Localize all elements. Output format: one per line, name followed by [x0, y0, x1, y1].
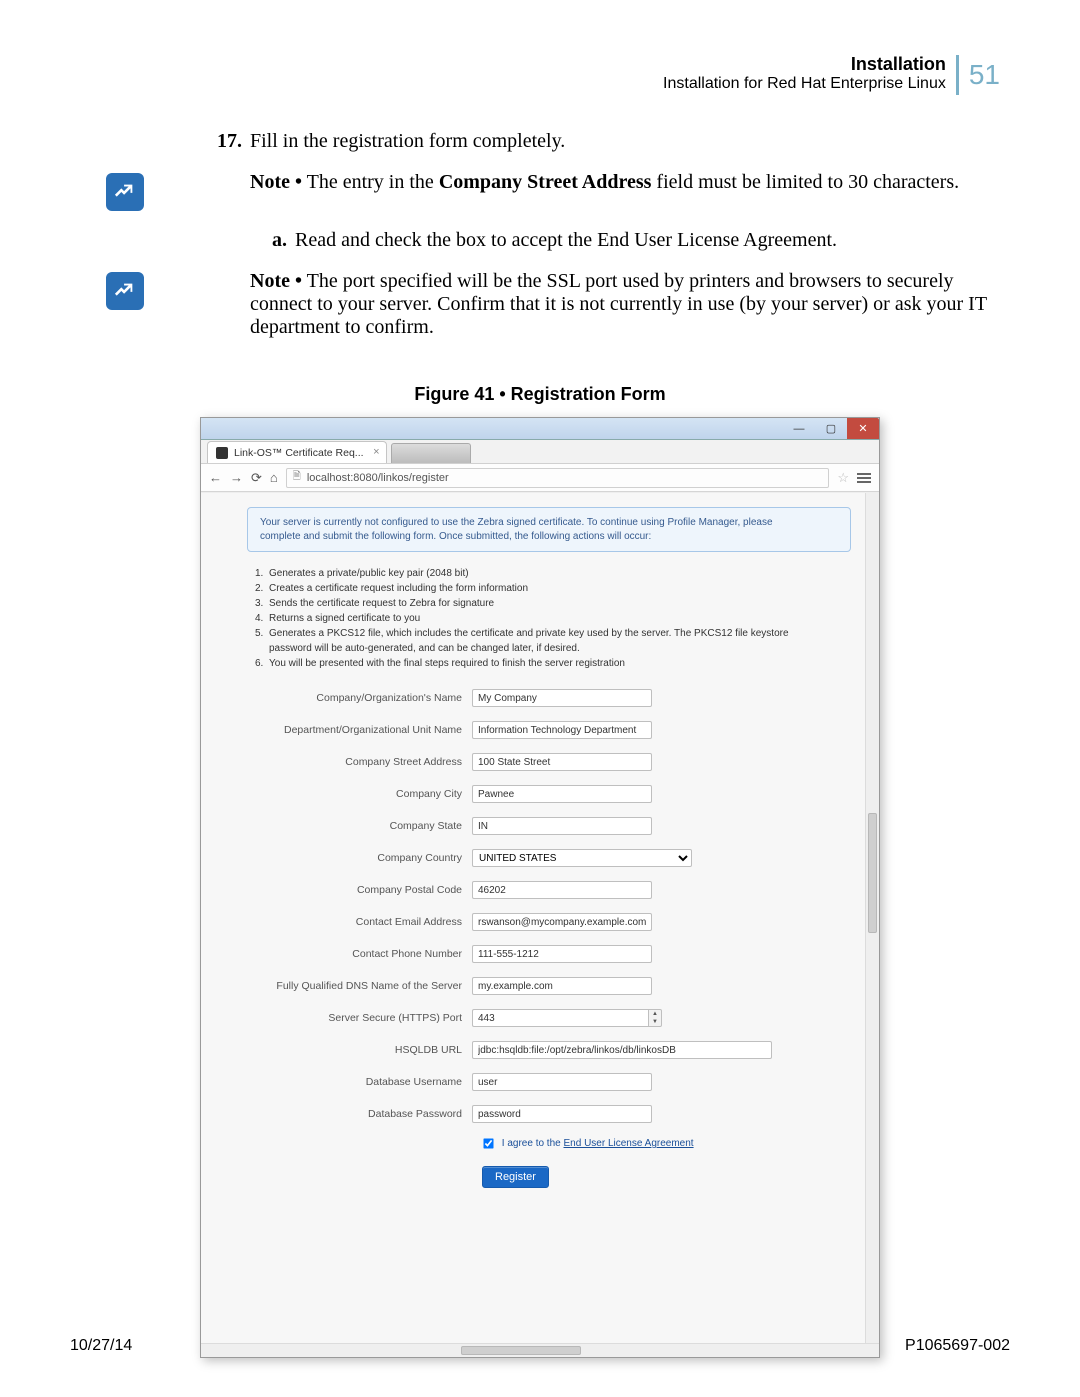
eula-checkbox[interactable] — [483, 1138, 493, 1148]
window-minimize-button[interactable]: — — [783, 418, 815, 439]
tab-close-icon[interactable]: × — [373, 446, 379, 458]
input-phone[interactable] — [472, 945, 652, 963]
home-icon[interactable]: ⌂ — [270, 470, 278, 485]
label-email: Contact Email Address — [247, 916, 472, 928]
input-email[interactable] — [472, 913, 652, 931]
header-divider — [956, 55, 959, 95]
label-dept: Department/Organizational Unit Name — [247, 724, 472, 736]
substep-letter: a. — [250, 229, 295, 252]
label-phone: Contact Phone Number — [247, 948, 472, 960]
input-db-user[interactable] — [472, 1073, 652, 1091]
tab-favicon — [216, 447, 228, 459]
vertical-scrollbar[interactable] — [865, 493, 879, 1343]
tab-title: Link-OS™ Certificate Req... — [234, 447, 364, 459]
select-country[interactable]: UNITED STATES — [472, 849, 692, 867]
reload-icon[interactable]: ⟳ — [251, 470, 262, 486]
browser-toolbar: ← → ⟳ ⌂ 🗎 localhost:8080/linkos/register… — [201, 464, 879, 492]
page-footer: 10/27/14 P1065697-002 — [70, 1337, 1010, 1355]
browser-tab-strip: Link-OS™ Certificate Req... × — [201, 440, 879, 464]
eula-link[interactable]: End User License Agreement — [564, 1138, 694, 1149]
figure-caption: Figure 41 • Registration Form — [70, 384, 1010, 405]
note-icon — [106, 272, 144, 310]
input-dept[interactable] — [472, 721, 652, 739]
substep-text: Read and check the box to accept the End… — [295, 229, 1010, 252]
label-state: Company State — [247, 820, 472, 832]
label-fqdn: Fully Qualified DNS Name of the Server — [247, 980, 472, 992]
registration-form: Company/Organization's Name Department/O… — [247, 689, 851, 1188]
label-street: Company Street Address — [247, 756, 472, 768]
input-org-name[interactable] — [472, 689, 652, 707]
port-spinner[interactable]: ▲▼ — [648, 1009, 662, 1027]
input-state[interactable] — [472, 817, 652, 835]
action-list: 1.Generates a private/public key pair (2… — [255, 566, 851, 671]
label-db-user: Database Username — [247, 1076, 472, 1088]
label-postal: Company Postal Code — [247, 884, 472, 896]
note-label: Note • — [250, 171, 302, 193]
menu-icon[interactable] — [857, 473, 871, 483]
label-country: Company Country — [247, 852, 472, 864]
forward-icon[interactable]: → — [230, 470, 243, 485]
note-street-address: Note • The entry in the Company Street A… — [70, 171, 1010, 211]
info-banner: Your server is currently not configured … — [247, 507, 851, 552]
header-title: Installation — [663, 55, 946, 75]
page-number: 51 — [969, 55, 1000, 95]
window-close-button[interactable]: ✕ — [847, 418, 879, 439]
page-icon: 🗎 — [293, 469, 301, 486]
input-db-pass[interactable] — [472, 1105, 652, 1123]
window-titlebar: — ▢ ✕ — [201, 418, 879, 440]
label-org-name: Company/Organization's Name — [247, 692, 472, 704]
input-fqdn[interactable] — [472, 977, 652, 995]
footer-doc-id: P1065697-002 — [905, 1337, 1010, 1355]
input-city[interactable] — [472, 785, 652, 803]
page-viewport: Your server is currently not configured … — [201, 492, 879, 1357]
window-maximize-button[interactable]: ▢ — [815, 418, 847, 439]
label-city: Company City — [247, 788, 472, 800]
note-ssl-port: Note • The port specified will be the SS… — [70, 270, 1010, 339]
label-db-pass: Database Password — [247, 1108, 472, 1120]
input-street[interactable] — [472, 753, 652, 771]
substep-a: a. Read and check the box to accept the … — [70, 229, 1010, 252]
eula-row: I agree to the End User License Agreemen… — [482, 1137, 851, 1150]
input-postal[interactable] — [472, 881, 652, 899]
registration-screenshot: — ▢ ✕ Link-OS™ Certificate Req... × ← → … — [200, 417, 880, 1358]
step-text: Fill in the registration form completely… — [250, 130, 1010, 153]
header-subtitle: Installation for Red Hat Enterprise Linu… — [663, 75, 946, 93]
url-text: localhost:8080/linkos/register — [307, 472, 449, 484]
label-hsqldb: HSQLDB URL — [247, 1044, 472, 1056]
note-icon — [106, 173, 144, 211]
register-button[interactable]: Register — [482, 1166, 549, 1188]
step-number: 17. — [180, 130, 250, 153]
footer-date: 10/27/14 — [70, 1337, 132, 1355]
address-bar[interactable]: 🗎 localhost:8080/linkos/register — [286, 468, 830, 488]
page-header: Installation Installation for Red Hat En… — [70, 55, 1010, 95]
input-port[interactable] — [472, 1009, 648, 1027]
bookmark-icon[interactable]: ☆ — [837, 470, 849, 486]
input-hsqldb[interactable] — [472, 1041, 772, 1059]
step-17: 17. Fill in the registration form comple… — [70, 130, 1010, 153]
note-label: Note • — [250, 270, 302, 292]
browser-tab[interactable]: Link-OS™ Certificate Req... × — [207, 441, 387, 463]
label-port: Server Secure (HTTPS) Port — [247, 1012, 472, 1024]
back-icon[interactable]: ← — [209, 470, 222, 485]
new-tab-button[interactable] — [391, 443, 471, 463]
